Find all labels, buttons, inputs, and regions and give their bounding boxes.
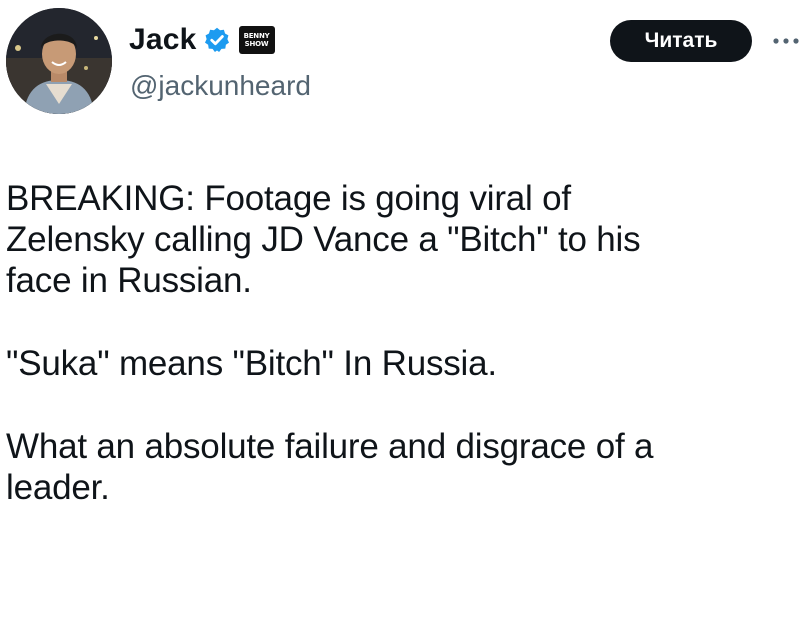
avatar-photo <box>6 8 112 114</box>
tweet-paragraph: "Suka" means "Bitch" In Russia. <box>6 344 497 383</box>
more-horizontal-icon[interactable] <box>772 33 800 44</box>
affiliate-badge[interactable]: BENNY SHOW <box>238 26 275 54</box>
tweet-paragraph: BREAKING: Footage is going viral of Zele… <box>6 179 641 300</box>
author-display-name[interactable]: Jack <box>129 23 197 57</box>
tweet-text: BREAKING: Footage is going viral of Zele… <box>6 178 796 508</box>
verified-badge-icon[interactable] <box>203 26 231 54</box>
avatar[interactable] <box>6 8 112 114</box>
author-name-row: Jack BENNY SHOW <box>129 22 275 58</box>
follow-button[interactable]: Читать <box>610 20 752 62</box>
affiliate-badge-line-2: SHOW <box>244 40 269 48</box>
tweet-header: Jack BENNY SHOW @jackunheard Читать <box>0 0 800 130</box>
author-handle[interactable]: @jackunheard <box>130 70 311 102</box>
affiliate-badge-line-1: BENNY <box>243 32 270 40</box>
tweet-paragraph: What an absolute failure and disgrace of… <box>6 427 654 507</box>
